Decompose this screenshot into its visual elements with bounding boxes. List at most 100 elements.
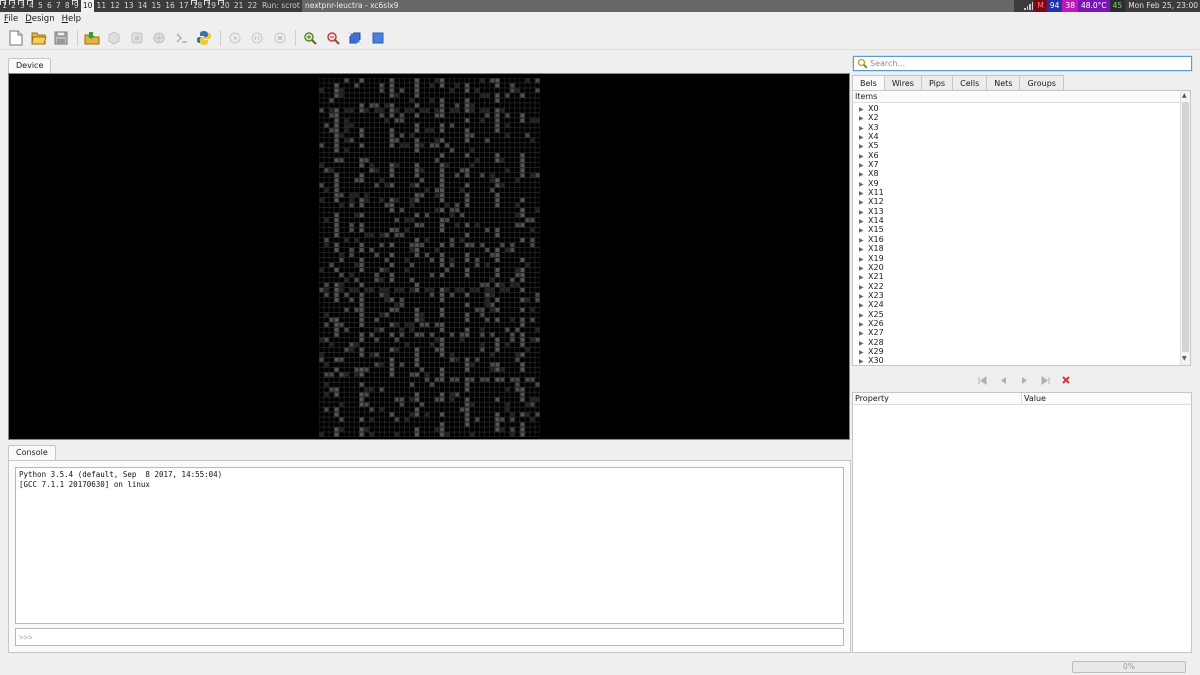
device-tile[interactable] — [419, 317, 424, 322]
device-tile[interactable] — [465, 108, 470, 113]
device-tile[interactable] — [480, 377, 485, 382]
device-tile[interactable] — [389, 347, 394, 352]
device-tile[interactable] — [465, 382, 470, 387]
device-tile[interactable] — [409, 108, 414, 113]
device-tile[interactable] — [414, 412, 419, 417]
tree-item[interactable]: ▶ X0 — [853, 104, 1181, 113]
device-tile[interactable] — [389, 173, 394, 178]
device-tile[interactable] — [389, 168, 394, 173]
device-tile[interactable] — [334, 188, 339, 193]
device-tile[interactable] — [409, 183, 414, 188]
device-tile[interactable] — [334, 332, 339, 337]
device-tile[interactable] — [349, 198, 354, 203]
device-tile[interactable] — [414, 183, 419, 188]
tree-item[interactable]: ▶ X5 — [853, 141, 1181, 150]
device-tile[interactable] — [359, 133, 364, 138]
device-tile[interactable] — [485, 93, 490, 98]
device-tile[interactable] — [520, 307, 525, 312]
device-tile[interactable] — [334, 108, 339, 113]
device-tile[interactable] — [470, 362, 475, 367]
device-tile[interactable] — [520, 163, 525, 168]
device-tile[interactable] — [344, 372, 349, 377]
device-tile[interactable] — [465, 253, 470, 257]
device-tile[interactable] — [455, 103, 460, 108]
device-tile[interactable] — [485, 317, 490, 322]
tree-item[interactable]: ▶ X20 — [853, 263, 1181, 272]
device-tile[interactable] — [339, 427, 344, 432]
device-tile[interactable] — [379, 178, 384, 183]
device-tile[interactable] — [324, 312, 329, 317]
device-tile[interactable] — [515, 327, 520, 332]
device-tile[interactable] — [465, 267, 470, 272]
device-tile[interactable] — [334, 267, 339, 272]
device-tile[interactable] — [495, 228, 500, 233]
device-tile[interactable] — [530, 417, 535, 422]
device-tile[interactable] — [369, 332, 374, 337]
device-tile[interactable] — [419, 332, 424, 337]
device-tile[interactable] — [359, 267, 364, 272]
device-tile[interactable] — [495, 397, 500, 402]
device-tile[interactable] — [525, 402, 530, 407]
device-tile[interactable] — [535, 382, 540, 387]
device-tile[interactable] — [520, 332, 525, 337]
device-tile[interactable] — [339, 372, 344, 377]
device-tile[interactable] — [414, 397, 419, 402]
device-tile[interactable] — [319, 108, 324, 113]
device-tile[interactable] — [520, 412, 525, 417]
device-tile[interactable] — [465, 133, 470, 138]
device-tile[interactable] — [354, 262, 359, 267]
device-tile[interactable] — [359, 262, 364, 267]
device-tile[interactable] — [500, 243, 505, 248]
device-tile[interactable] — [535, 78, 540, 83]
device-tile[interactable] — [520, 342, 525, 347]
device-tile[interactable] — [374, 108, 379, 113]
tree-item[interactable]: ▶ X3 — [853, 123, 1181, 132]
device-tile[interactable] — [359, 382, 364, 387]
tree-item[interactable]: ▶ X23 — [853, 291, 1181, 300]
device-tile[interactable] — [379, 407, 384, 412]
device-tile[interactable] — [374, 277, 379, 282]
device-tile[interactable] — [339, 322, 344, 327]
workspace-2[interactable]: 2 — [8, 0, 18, 12]
zoom-out-button[interactable] — [323, 28, 343, 48]
device-tile[interactable] — [430, 83, 435, 88]
device-tile[interactable] — [475, 158, 480, 163]
device-tile[interactable] — [450, 292, 455, 297]
device-tile[interactable] — [495, 153, 500, 158]
device-tile[interactable] — [450, 377, 455, 382]
device-tile[interactable] — [409, 327, 414, 332]
device-tile[interactable] — [399, 287, 404, 292]
last-button[interactable] — [1038, 374, 1052, 386]
device-tile[interactable] — [520, 427, 525, 432]
device-tile[interactable] — [530, 138, 535, 143]
device-tile[interactable] — [480, 78, 485, 83]
device-tile[interactable] — [329, 113, 334, 118]
device-tile[interactable] — [525, 218, 530, 223]
device-tile[interactable] — [430, 342, 435, 347]
device-tile[interactable] — [450, 88, 455, 93]
device-tile[interactable] — [404, 267, 409, 272]
device-tile[interactable] — [465, 153, 470, 158]
device-tile[interactable] — [344, 138, 349, 143]
device-tile[interactable] — [344, 78, 349, 83]
device-tile[interactable] — [440, 258, 445, 262]
device-tile[interactable] — [334, 322, 339, 327]
next-button[interactable] — [1017, 374, 1031, 386]
device-tile[interactable] — [530, 218, 535, 223]
device-tile[interactable] — [334, 88, 339, 93]
device-tile[interactable] — [500, 183, 505, 188]
device-tile[interactable] — [349, 228, 354, 233]
device-tile[interactable] — [480, 342, 485, 347]
device-tile[interactable] — [435, 322, 440, 327]
device-tile[interactable] — [455, 108, 460, 113]
device-tile[interactable] — [470, 402, 475, 407]
tree-item[interactable]: ▶ X16 — [853, 235, 1181, 244]
device-tile[interactable] — [495, 267, 500, 272]
device-tile[interactable] — [535, 337, 540, 342]
device-tile[interactable] — [369, 168, 374, 173]
device-tile[interactable] — [404, 342, 409, 347]
device-tile[interactable] — [394, 307, 399, 312]
device-tile[interactable] — [334, 327, 339, 332]
device-tile[interactable] — [379, 83, 384, 88]
device-tile[interactable] — [349, 287, 354, 292]
